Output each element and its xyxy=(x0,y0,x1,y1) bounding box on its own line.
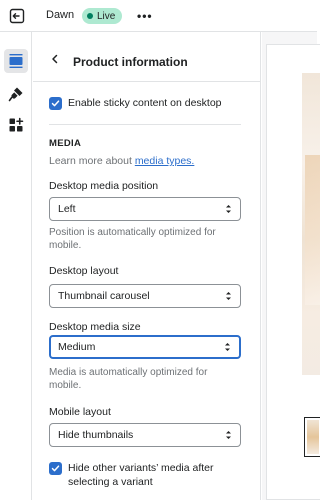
desktop-media-size-help: Media is automatically optimized for mob… xyxy=(49,367,208,391)
desktop-media-position-select[interactable]: Left xyxy=(49,197,241,221)
desktop-layout-value: Thumbnail carousel xyxy=(58,290,150,302)
mobile-layout-value: Hide thumbnails xyxy=(58,429,134,441)
checkmark-icon xyxy=(51,465,60,472)
exit-editor-button[interactable] xyxy=(8,7,26,25)
select-arrows-icon xyxy=(226,205,231,213)
desktop-layout-label: Desktop layout xyxy=(49,265,119,277)
status-badge-label: Live xyxy=(97,10,116,22)
panel-header: Product information xyxy=(33,32,260,82)
settings-panel: Product information Enable sticky conten… xyxy=(33,32,261,500)
mobile-layout-select[interactable]: Hide thumbnails xyxy=(49,423,241,447)
desktop-media-position-value: Left xyxy=(58,203,76,215)
media-types-link[interactable]: media types. xyxy=(135,155,195,167)
thumbnail-image xyxy=(307,420,319,454)
top-bar: Dawn Live ••• xyxy=(0,0,317,32)
media-section-heading: MEDIA xyxy=(49,138,82,149)
hide-variants-checkbox[interactable]: Hide other variants’ media after selecti… xyxy=(49,461,245,489)
hide-variants-label: Hide other variants’ media after selecti… xyxy=(68,462,214,488)
checkbox-checked[interactable] xyxy=(49,97,62,110)
checkbox-checked[interactable] xyxy=(49,462,62,475)
theme-name: Dawn xyxy=(46,9,75,21)
media-help-text: Learn more about media types. xyxy=(49,155,194,167)
back-button[interactable] xyxy=(49,52,61,64)
desktop-media-position-help: Position is automatically optimized for … xyxy=(49,227,216,251)
desktop-layout-select[interactable]: Thumbnail carousel xyxy=(49,284,241,308)
sidebar-rail xyxy=(0,32,32,500)
product-image-detail xyxy=(305,155,320,305)
media-help-prefix: Learn more about xyxy=(49,155,135,167)
product-thumbnail[interactable] xyxy=(304,417,320,457)
sections-icon xyxy=(9,54,23,68)
more-actions-button[interactable]: ••• xyxy=(137,8,153,24)
desktop-media-size-value: Medium xyxy=(58,341,96,353)
desktop-media-size-label: Desktop media size xyxy=(49,321,141,333)
theme-settings-icon xyxy=(8,87,23,102)
desktop-media-position-label: Desktop media position xyxy=(49,180,159,192)
rail-item-sections[interactable] xyxy=(4,49,28,73)
live-dot-icon xyxy=(87,13,93,19)
mobile-layout-label: Mobile layout xyxy=(49,406,111,418)
rail-item-app-embeds[interactable] xyxy=(4,113,28,137)
sticky-content-label: Enable sticky content on desktop xyxy=(68,97,222,109)
app-embeds-icon xyxy=(9,117,24,132)
chevron-left-icon xyxy=(52,54,58,64)
status-badge: Live xyxy=(82,8,123,24)
checkmark-icon xyxy=(51,100,60,107)
select-arrows-icon xyxy=(226,292,231,300)
desktop-media-size-select[interactable]: Medium xyxy=(49,335,241,359)
divider xyxy=(49,124,241,125)
store-preview xyxy=(262,32,320,500)
select-arrows-icon xyxy=(226,431,231,439)
select-arrows-icon xyxy=(225,343,230,351)
sticky-content-checkbox[interactable]: Enable sticky content on desktop xyxy=(49,96,222,110)
panel-title: Product information xyxy=(73,55,188,69)
preview-frame xyxy=(266,44,320,500)
rail-item-theme-settings[interactable] xyxy=(4,82,28,106)
exit-icon xyxy=(9,8,25,24)
